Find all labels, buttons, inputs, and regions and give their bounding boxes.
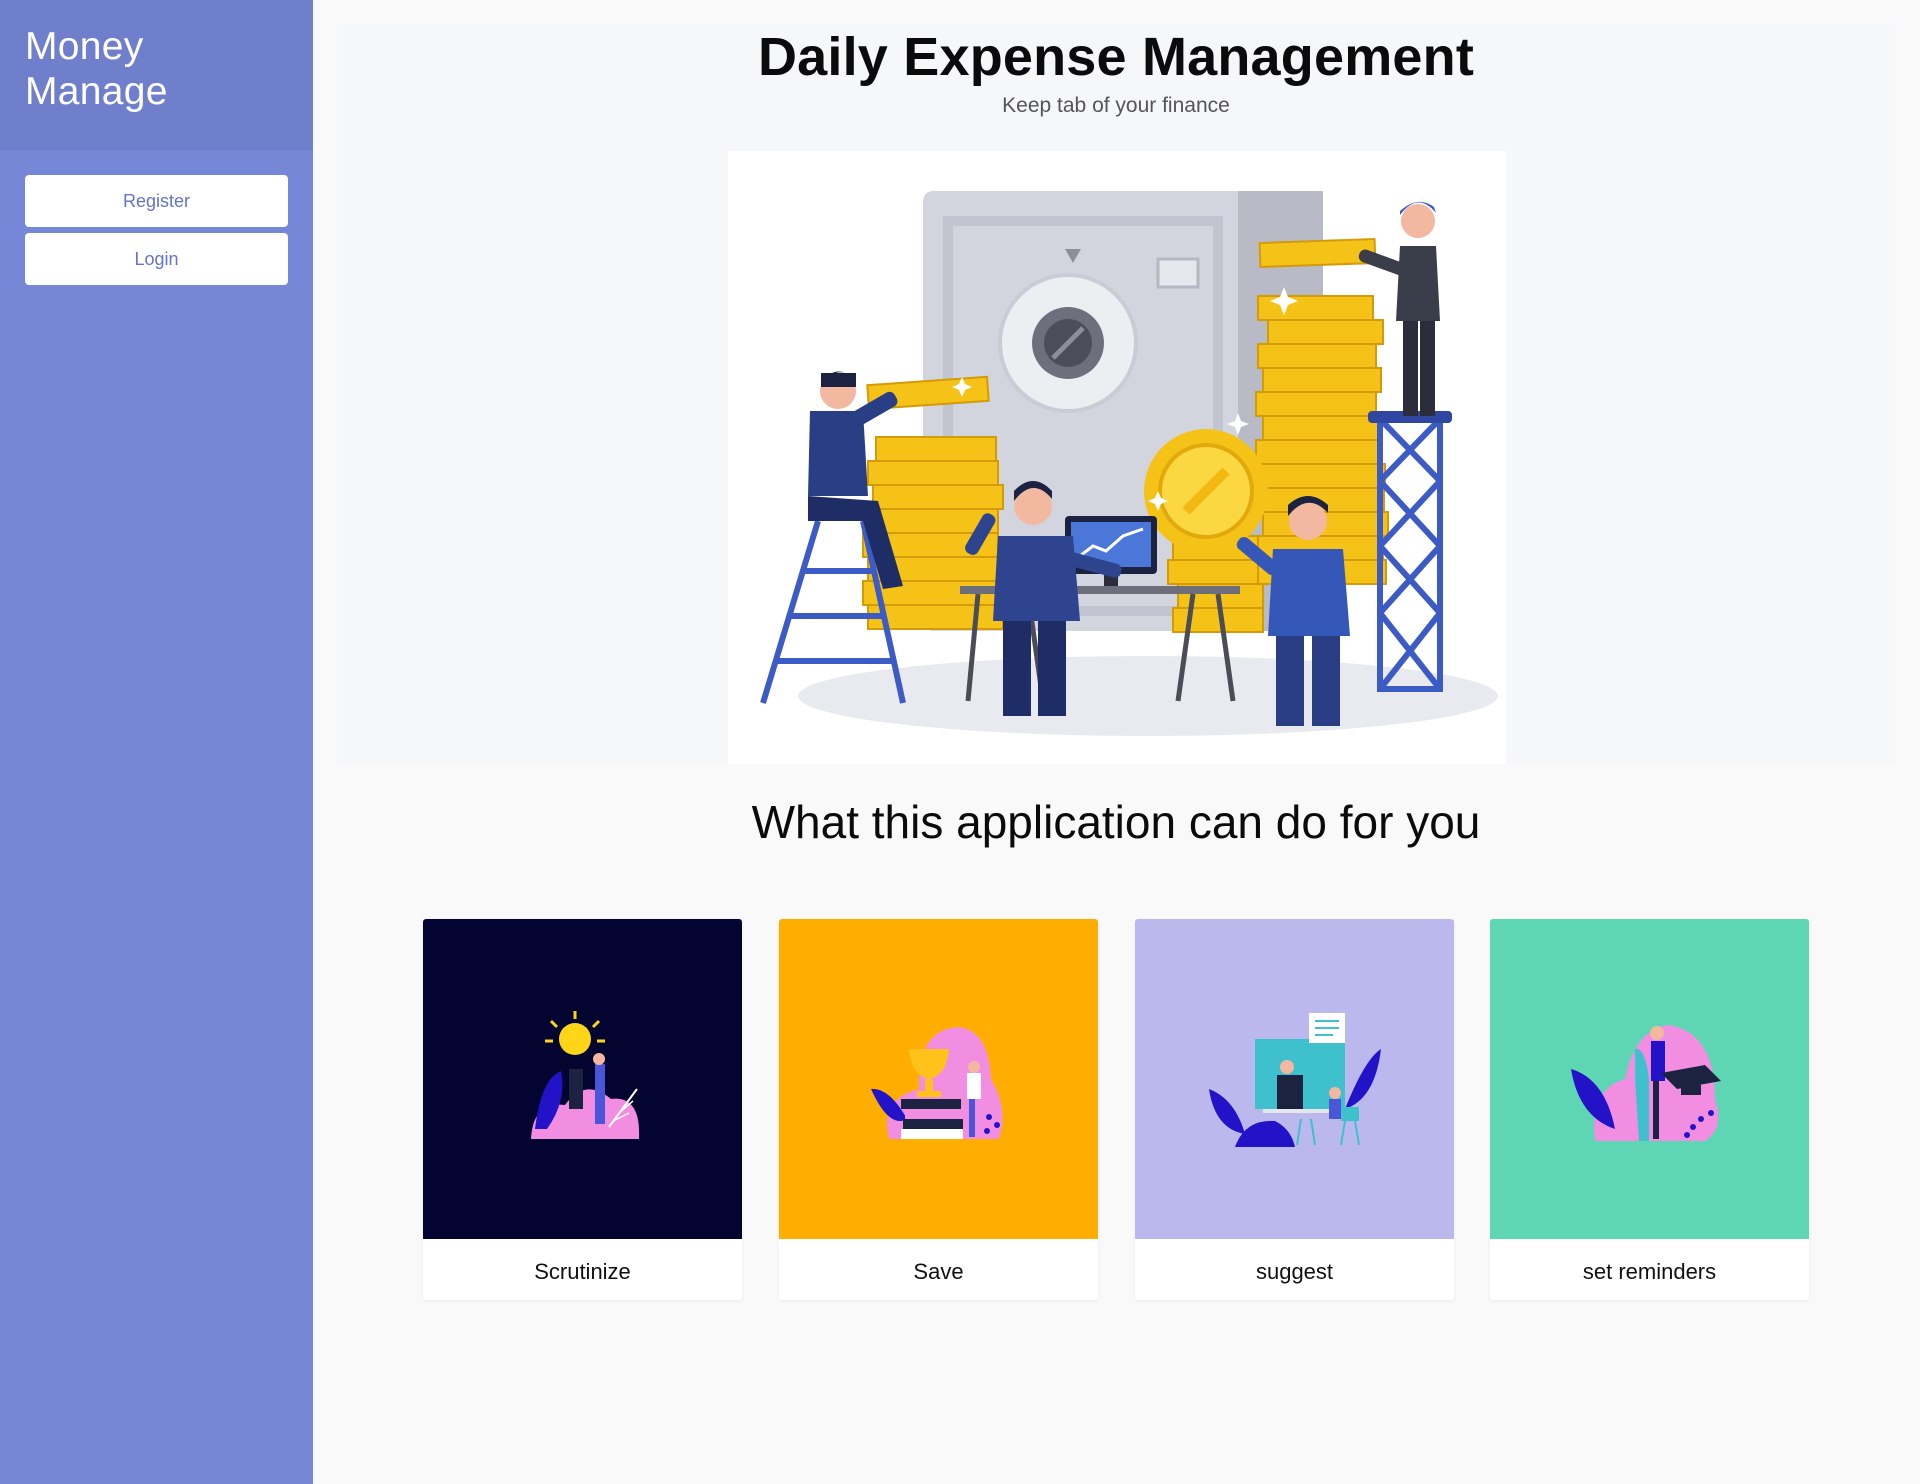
auth-buttons: Register Login	[0, 150, 313, 285]
graduation-cap-icon	[1570, 1025, 1721, 1141]
page-subtitle: Keep tab of your finance	[1002, 94, 1230, 117]
set-reminders-illustration	[1490, 919, 1809, 1239]
sidebar: Money Manage Register Login	[0, 0, 313, 1484]
brand-name-line2: Manage	[25, 70, 168, 113]
register-button[interactable]: Register	[25, 175, 288, 227]
feature-card-save[interactable]: Save	[779, 919, 1098, 1300]
feature-label: set reminders	[1582, 1258, 1717, 1284]
suggest-illustration	[1135, 919, 1454, 1239]
scrutinize-illustration	[423, 919, 742, 1239]
feature-label: suggest	[1255, 1258, 1334, 1284]
feature-card-set-reminders[interactable]: set reminders	[1490, 919, 1809, 1300]
video-chat-icon	[1208, 1013, 1381, 1147]
save-illustration	[779, 919, 1098, 1239]
page-title: Daily Expense Management	[757, 27, 1475, 87]
feature-label: Scrutinize	[534, 1258, 631, 1284]
feature-label: Save	[913, 1258, 964, 1284]
brand-logo[interactable]: Money Manage	[0, 0, 313, 150]
lightbulb-idea-icon	[530, 1011, 639, 1139]
feature-card-suggest[interactable]: suggest	[1135, 919, 1454, 1300]
hero-illustration	[728, 151, 1506, 764]
hero-section: Daily Expense Management Keep tab of you…	[337, 24, 1895, 764]
brand-name-line1: Money	[25, 25, 144, 68]
login-button[interactable]: Login	[25, 233, 288, 285]
trophy-icon	[870, 1027, 1003, 1139]
features-heading: What this application can do for you	[751, 796, 1481, 848]
feature-card-scrutinize[interactable]: Scrutinize	[423, 919, 742, 1300]
vault-team-illustration	[760, 191, 1498, 736]
